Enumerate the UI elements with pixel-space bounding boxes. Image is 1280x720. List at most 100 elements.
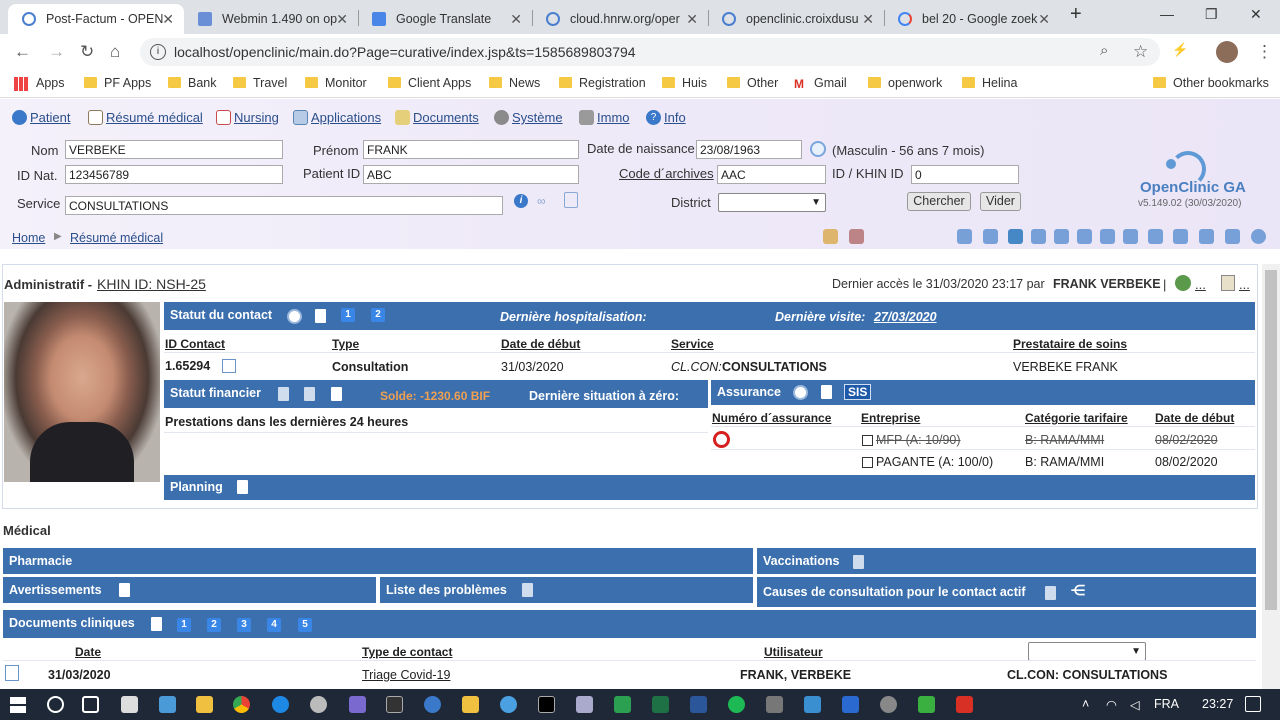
sis-button[interactable]: SIS	[844, 384, 872, 400]
app-icon[interactable]	[614, 696, 631, 713]
store-icon[interactable]	[159, 696, 176, 713]
close-window-button[interactable]: ✕	[1250, 6, 1262, 23]
task-view-icon[interactable]	[82, 696, 99, 713]
add-cause-icon[interactable]	[1045, 586, 1056, 600]
terminal-icon[interactable]	[538, 696, 555, 713]
trash-icon[interactable]	[564, 192, 578, 208]
bookmark-registration[interactable]: Registration	[559, 76, 646, 90]
close-icon[interactable]: ✕	[336, 4, 348, 34]
mail-icon[interactable]	[121, 696, 138, 713]
scan-icon[interactable]	[1225, 229, 1240, 244]
doc-badge[interactable]: 5	[298, 618, 312, 632]
avatar[interactable]	[1216, 41, 1238, 63]
file-explorer-icon[interactable]	[196, 696, 213, 713]
column-header[interactable]: Service	[671, 337, 714, 351]
column-header[interactable]: Type de contact	[362, 645, 452, 659]
prenom-field[interactable]: FRANK	[363, 140, 579, 159]
info-icon[interactable]: i	[514, 194, 528, 208]
tag-icon[interactable]	[957, 229, 972, 244]
power-icon[interactable]	[1251, 229, 1266, 244]
bookmark-other-bookmarks[interactable]: Other bookmarks	[1153, 76, 1269, 90]
column-header[interactable]: Entreprise	[861, 411, 920, 425]
calculator-icon[interactable]	[331, 387, 342, 401]
doc-badge[interactable]: 2	[207, 618, 221, 632]
close-icon[interactable]: ✕	[1038, 4, 1050, 34]
problems-bar[interactable]: Liste des problèmes	[380, 577, 753, 603]
last-visit-date[interactable]: 27/03/2020	[874, 310, 937, 324]
filezilla-icon[interactable]	[462, 696, 479, 713]
invoice-icon[interactable]	[278, 387, 289, 401]
calendar-icon[interactable]	[810, 141, 826, 157]
site-info-icon[interactable]: i	[150, 44, 166, 60]
tab-webmin[interactable]: Webmin 1.490 on op ✕	[184, 4, 358, 34]
column-header[interactable]: Catégorie tarifaire	[1025, 411, 1128, 425]
extension-icon[interactable]: ⚡	[1172, 42, 1188, 58]
service-field[interactable]: CONSULTATIONS	[65, 196, 503, 215]
tab-bel20[interactable]: bel 20 - Google zoek ✕	[884, 4, 1060, 34]
nom-field[interactable]: VERBEKE	[65, 140, 283, 159]
close-icon[interactable]: ✕	[162, 4, 174, 34]
bookmark-apps[interactable]: Apps	[14, 76, 65, 91]
word-icon[interactable]	[690, 696, 707, 713]
menu-documents[interactable]: Documents	[395, 110, 479, 125]
menu-applications[interactable]: Applications	[293, 110, 381, 125]
add-problem-icon[interactable]	[522, 583, 533, 597]
doc-badge[interactable]: 4	[267, 618, 281, 632]
causes-bar[interactable]: Causes de consultation pour le contact a…	[757, 577, 1256, 607]
document-icon[interactable]	[237, 480, 248, 494]
more-link[interactable]: ...	[1195, 277, 1206, 292]
bookmark-gmail[interactable]: M Gmail	[794, 76, 847, 91]
search-icon[interactable]	[47, 696, 64, 713]
table-icon[interactable]	[1031, 229, 1046, 244]
doc-filter-select[interactable]: ▼	[1028, 642, 1146, 661]
tab-translate[interactable]: Google Translate ✕	[358, 4, 532, 34]
app-icon[interactable]	[880, 696, 897, 713]
more-link[interactable]: ...	[1239, 277, 1250, 292]
monitor-icon[interactable]	[1199, 229, 1214, 244]
menu-system[interactable]: Système	[494, 110, 563, 125]
app-icon[interactable]	[386, 696, 403, 713]
coins-icon[interactable]	[304, 387, 315, 401]
doc-type-link[interactable]: Triage Covid-19	[362, 668, 450, 682]
new-tab-button[interactable]: +	[1070, 3, 1082, 26]
flask-icon[interactable]	[1077, 229, 1092, 244]
chevron-up-icon[interactable]: ˄	[1082, 697, 1089, 711]
dob-field[interactable]: 23/08/1963	[696, 140, 802, 159]
column-header[interactable]: Date de début	[501, 337, 580, 351]
edge-icon[interactable]	[272, 696, 289, 713]
edit-contact-icon[interactable]	[222, 359, 236, 373]
khin-field[interactable]: 0	[911, 165, 1019, 184]
pharmacy-bar[interactable]: Pharmacie	[3, 548, 753, 574]
remote-desktop-icon[interactable]	[576, 696, 593, 713]
app-icon[interactable]	[804, 696, 821, 713]
volume-icon[interactable]: ◁	[1130, 697, 1140, 712]
menu-patient[interactable]: Patient	[12, 110, 70, 125]
column-header[interactable]: ID Contact	[165, 337, 225, 351]
doc-badge[interactable]: 3	[237, 618, 251, 632]
document-icon[interactable]	[821, 385, 832, 399]
refresh-icon[interactable]	[1175, 275, 1191, 291]
column-header[interactable]: Date de début	[1155, 411, 1234, 425]
minimize-button[interactable]: —	[1160, 6, 1174, 22]
doc-badge[interactable]: 1	[177, 618, 191, 632]
scrollbar-thumb[interactable]	[1265, 270, 1277, 610]
archives-label[interactable]: Code d´archives	[619, 166, 714, 181]
open-document-icon[interactable]	[5, 665, 19, 681]
barcode-icon[interactable]	[983, 229, 998, 244]
app-icon[interactable]	[956, 696, 973, 713]
notifications-icon[interactable]	[1245, 696, 1261, 712]
menu-info[interactable]: ? Info	[646, 110, 686, 125]
contact-badge[interactable]: 2	[371, 308, 385, 322]
chrome-icon[interactable]	[233, 696, 250, 713]
excel-icon[interactable]	[652, 696, 669, 713]
warnings-bar[interactable]: Avertissements	[3, 577, 376, 603]
tab-post-factum[interactable]: Post-Factum - OPEN ✕	[8, 4, 184, 34]
share-icon[interactable]: ⋲	[1071, 582, 1085, 599]
column-header[interactable]: Type	[332, 337, 359, 351]
menu-immo[interactable]: Immo	[579, 110, 630, 125]
add-vaccination-icon[interactable]	[853, 555, 864, 569]
app-icon[interactable]	[918, 696, 935, 713]
insurance-checkbox[interactable]	[862, 435, 873, 446]
book-icon[interactable]	[1008, 229, 1023, 244]
pill-icon[interactable]	[823, 229, 838, 244]
